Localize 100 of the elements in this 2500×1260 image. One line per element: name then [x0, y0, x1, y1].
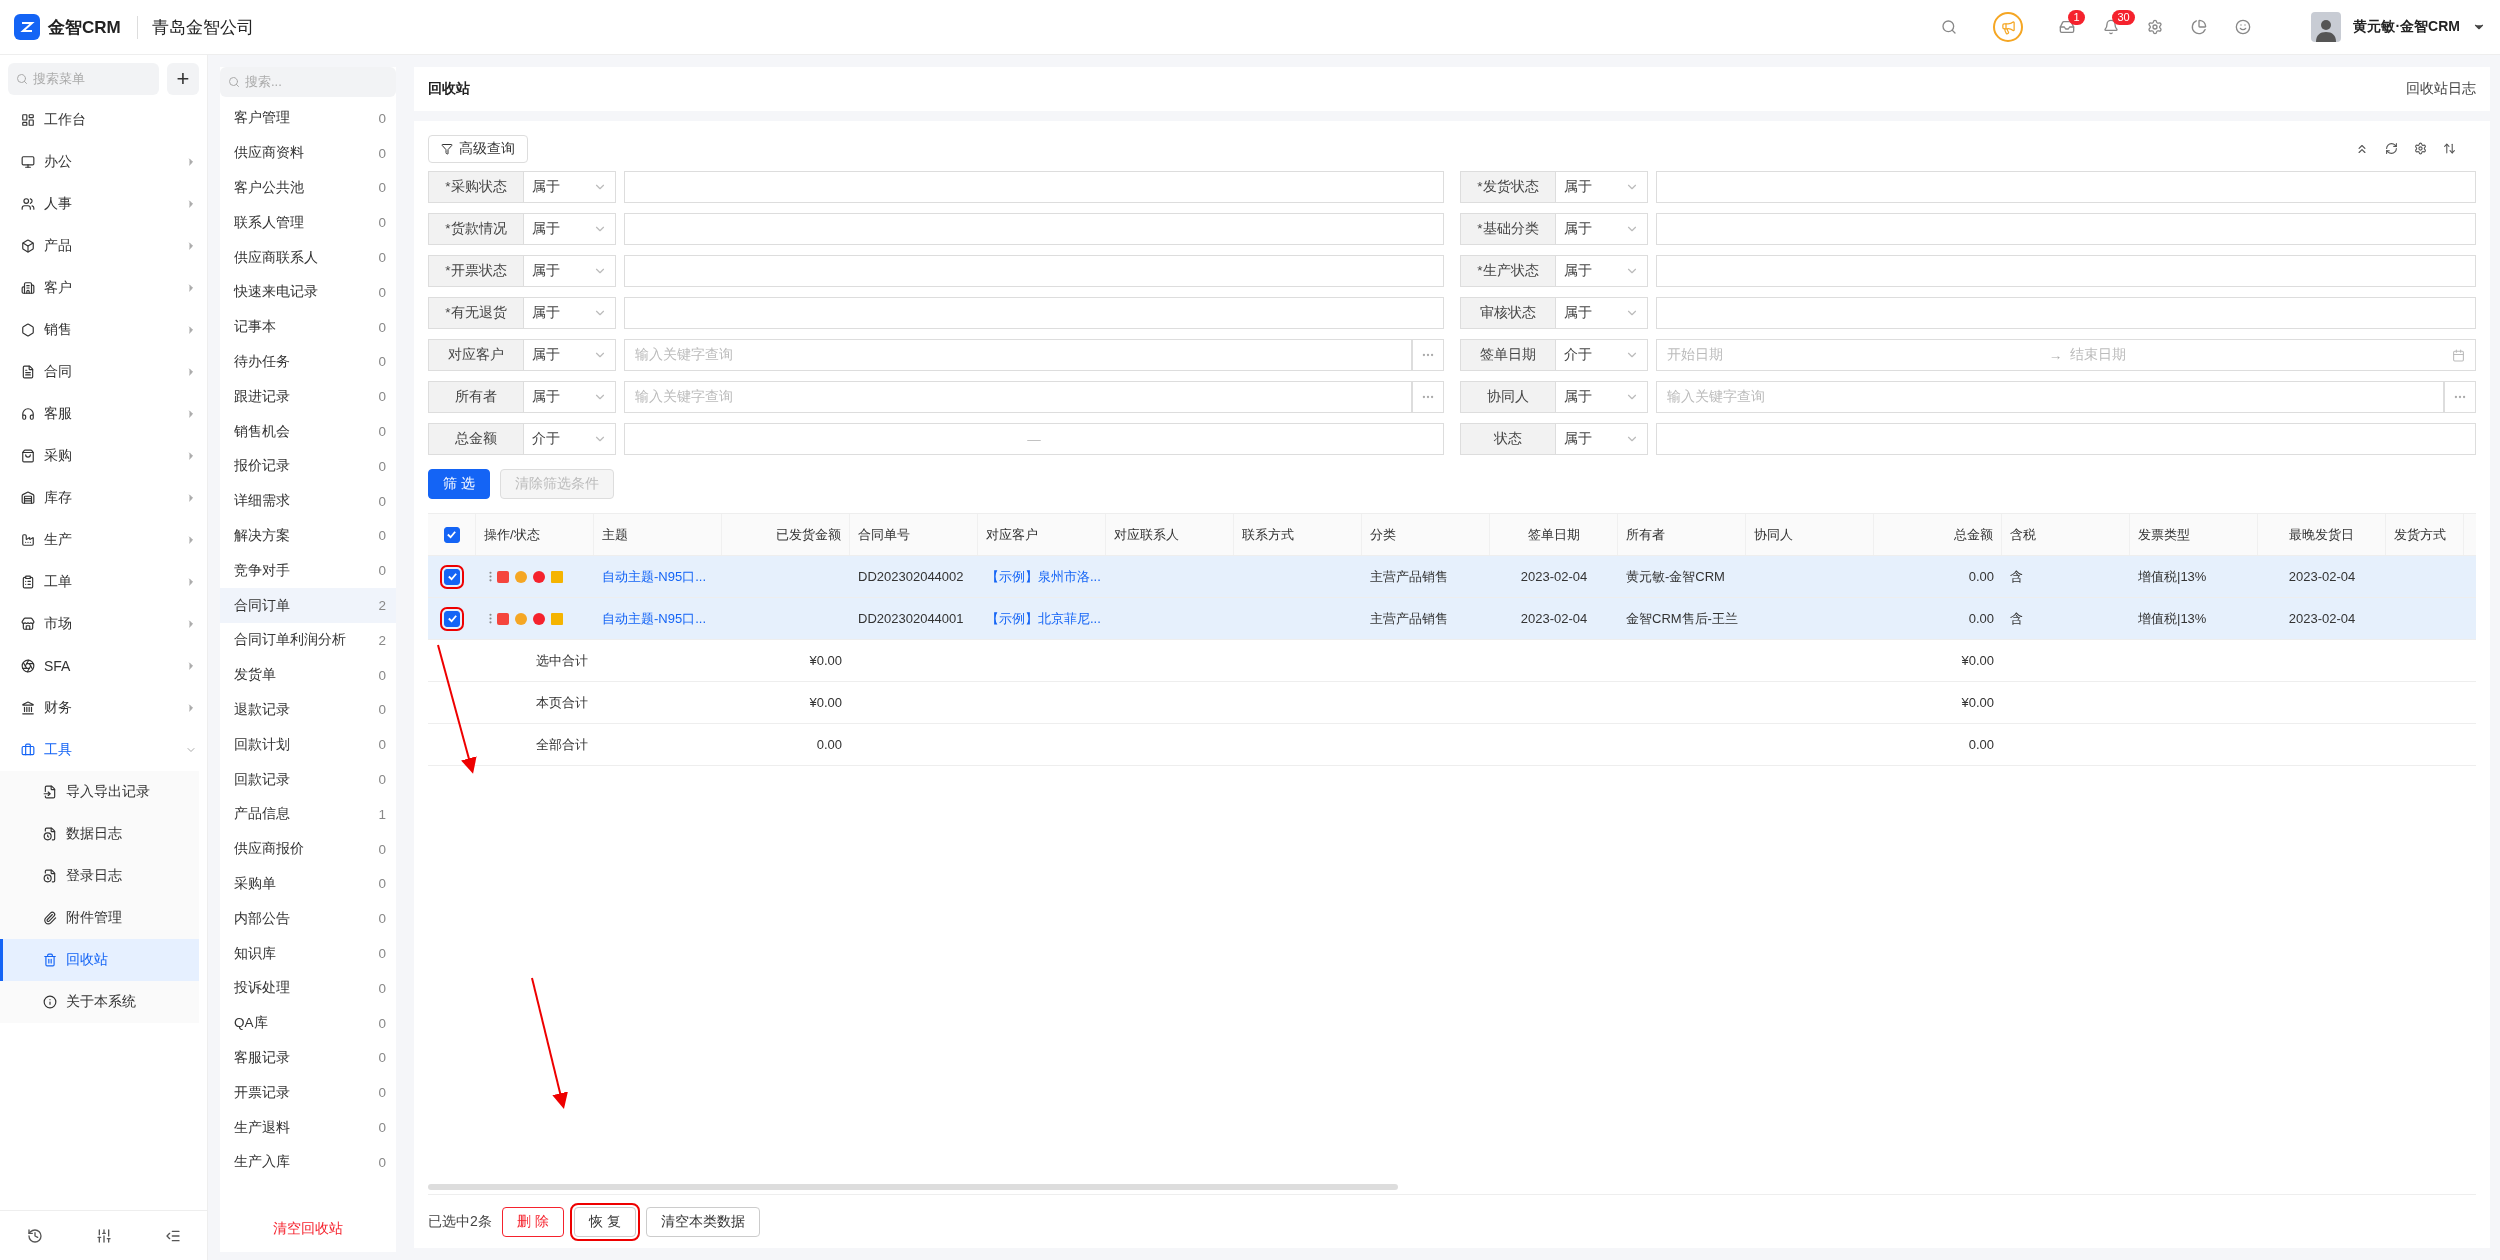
table-cell-text: 2023-02-04: [1519, 568, 1589, 586]
sort-icon[interactable]: [2443, 142, 2456, 155]
table-link[interactable]: 【示例】泉州市洛...: [978, 556, 1106, 597]
operator-select[interactable]: 属于: [524, 297, 616, 329]
bell-icon[interactable]: [2103, 19, 2120, 35]
menu-item[interactable]: 附件管理: [0, 897, 199, 939]
add-button[interactable]: +: [167, 63, 199, 95]
inbox-icon[interactable]: [2059, 19, 2076, 35]
menu-item[interactable]: 销售: [0, 309, 207, 351]
category-item[interactable]: 合同订单 2: [220, 588, 396, 623]
delete-button[interactable]: 删 除: [501, 1206, 564, 1237]
operator-select[interactable]: 介于: [524, 423, 616, 455]
table-cell-text: 0.00: [815, 736, 843, 754]
operator-select[interactable]: 属于: [524, 255, 616, 287]
operator-select[interactable]: 属于: [1556, 171, 1648, 203]
filter-label: 协同人: [1460, 381, 1556, 413]
menu-item[interactable]: 合同: [0, 351, 207, 393]
sliders-icon[interactable]: [95, 1227, 112, 1244]
total-label: 选中合计: [535, 651, 589, 670]
filter-input[interactable]: [1656, 213, 2476, 245]
menu-item[interactable]: 采购: [0, 435, 207, 477]
menu-item[interactable]: 生产: [0, 519, 207, 561]
menu-icon: [21, 575, 35, 589]
filter-input[interactable]: [1656, 255, 2476, 287]
filter-input[interactable]: [624, 171, 1444, 203]
menu-item[interactable]: 客户: [0, 267, 207, 309]
collapse-icon[interactable]: [2355, 142, 2369, 156]
operator-select[interactable]: 属于: [524, 339, 616, 371]
table-link[interactable]: 自动主题-N95口...: [594, 556, 722, 597]
menu-icon: [43, 911, 57, 925]
filter-label: *有无退货: [428, 297, 524, 329]
page-title: 回收站: [428, 80, 470, 98]
megaphone-icon[interactable]: [1993, 12, 2024, 42]
menu-item[interactable]: SFA: [0, 645, 207, 687]
filter-label: *采购状态: [428, 171, 524, 203]
menu-item[interactable]: 数据日志: [0, 813, 199, 855]
operator-select[interactable]: 属于: [524, 171, 616, 203]
filter-input[interactable]: [1656, 171, 2476, 203]
total-label: 全部合计: [535, 735, 589, 754]
refresh-icon[interactable]: [2385, 142, 2398, 155]
settings-icon[interactable]: [2414, 142, 2427, 155]
menu-icon: [43, 953, 57, 967]
scrollbar[interactable]: [428, 1184, 1398, 1190]
menu-item[interactable]: 市场: [0, 603, 207, 645]
operator-select[interactable]: 属于: [1556, 423, 1648, 455]
user-name[interactable]: 黄元敏·金智CRM: [2353, 18, 2460, 36]
checkbox[interactable]: [443, 526, 460, 543]
menu-item[interactable]: 导入导出记录: [0, 771, 199, 813]
app-name: 金智CRM: [48, 16, 121, 39]
menu-item[interactable]: 人事: [0, 183, 207, 225]
operator-select[interactable]: 属于: [1556, 297, 1648, 329]
log-link[interactable]: 回收站日志: [2406, 80, 2476, 98]
filter-label: 所有者: [428, 381, 524, 413]
menu-item[interactable]: 回收站: [0, 939, 199, 981]
company-name: 青岛金智公司: [136, 15, 254, 39]
menu-item[interactable]: 产品: [0, 225, 207, 267]
operator-select[interactable]: 属于: [1556, 255, 1648, 287]
column-header: 联系方式: [1234, 514, 1362, 555]
table-cell-text: 含: [2009, 609, 2024, 628]
settings-icon[interactable]: [2147, 19, 2164, 35]
menu-icon: [21, 491, 35, 505]
operator-select[interactable]: 介于: [1556, 339, 1648, 371]
menu-item[interactable]: 工具: [0, 729, 207, 771]
menu-icon: [21, 155, 35, 169]
history-icon[interactable]: [26, 1227, 43, 1244]
filter-label: 审核状态: [1460, 297, 1556, 329]
menu-icon: [21, 197, 35, 211]
filter-input[interactable]: [1656, 423, 2476, 455]
filter-label: *开票状态: [428, 255, 524, 287]
filter-input[interactable]: [624, 255, 1444, 287]
filter-input[interactable]: [624, 297, 1444, 329]
menu-item[interactable]: 工作台: [0, 99, 207, 141]
table-cell-text: 增值税|13%: [2137, 567, 2208, 586]
operator-select[interactable]: 属于: [524, 213, 616, 245]
menu-item[interactable]: 工单: [0, 561, 207, 603]
filter-label: *生产状态: [1460, 255, 1556, 287]
avatar[interactable]: [2311, 12, 2342, 42]
smile-icon[interactable]: [2235, 19, 2252, 35]
menu-item[interactable]: 办公: [0, 141, 207, 183]
action-button[interactable]: 清空本类数据: [645, 1206, 760, 1237]
menu-item[interactable]: 客服: [0, 393, 207, 435]
menu-item[interactable]: 库存: [0, 477, 207, 519]
column-header: 总金额: [1874, 514, 2002, 555]
table-link[interactable]: 【示例】北京菲尼...: [978, 598, 1106, 639]
table-link[interactable]: 自动主题-N95口...: [594, 598, 722, 639]
filter-input[interactable]: [1656, 297, 2476, 329]
operator-select[interactable]: 属于: [524, 381, 616, 413]
notification-badge: 30: [2112, 10, 2135, 25]
advanced-query-button[interactable]: 高级查询: [428, 135, 528, 163]
filter-label: 签单日期: [1460, 339, 1556, 371]
pie-chart-icon[interactable]: [2191, 19, 2208, 35]
menu-item[interactable]: 关于本系统: [0, 981, 199, 1023]
filter-input[interactable]: [624, 213, 1444, 245]
menu-item[interactable]: 财务: [0, 687, 207, 729]
operator-select[interactable]: 属于: [1556, 381, 1648, 413]
filter-button[interactable]: 筛 选: [428, 469, 490, 499]
search-icon[interactable]: [1941, 19, 1958, 35]
operator-select[interactable]: 属于: [1556, 213, 1648, 245]
check-icon: [446, 529, 457, 540]
menu-item[interactable]: 登录日志: [0, 855, 199, 897]
